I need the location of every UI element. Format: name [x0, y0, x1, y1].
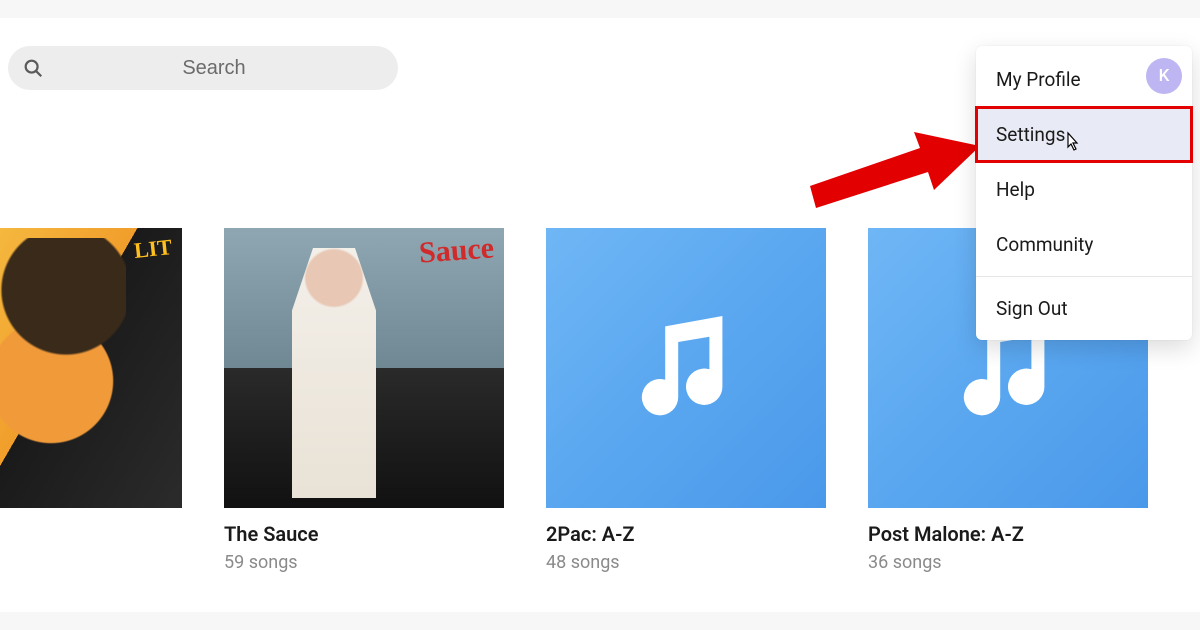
playlist-song-count: 36 songs: [868, 552, 1148, 573]
pointer-cursor-icon: [1062, 131, 1082, 155]
search-input[interactable]: [44, 57, 384, 80]
menu-item-label: Settings: [996, 123, 1065, 146]
album-art[interactable]: [546, 228, 826, 508]
menu-item-community[interactable]: Community: [976, 217, 1192, 272]
menu-item-settings[interactable]: Settings: [976, 107, 1192, 162]
app-content: The Sauce 59 songs 2Pac: A-Z 48 songs Po…: [0, 18, 1200, 612]
menu-item-help[interactable]: Help: [976, 162, 1192, 217]
playlist-card[interactable]: [0, 228, 182, 573]
playlist-song-count: 48 songs: [546, 552, 826, 573]
playlist-title: The Sauce: [224, 522, 504, 546]
album-art[interactable]: [224, 228, 504, 508]
playlist-card[interactable]: 2Pac: A-Z 48 songs: [546, 228, 826, 573]
playlist-card[interactable]: The Sauce 59 songs: [224, 228, 504, 573]
menu-divider: [976, 276, 1192, 277]
playlist-title: 2Pac: A-Z: [546, 522, 826, 546]
search-icon: [22, 57, 44, 79]
music-note-icon: [621, 303, 751, 433]
avatar[interactable]: K: [1146, 58, 1182, 94]
playlist-song-count: 59 songs: [224, 552, 504, 573]
playlist-title: Post Malone: A-Z: [868, 522, 1148, 546]
menu-item-sign-out[interactable]: Sign Out: [976, 281, 1192, 336]
annotation-arrow-icon: [810, 128, 980, 208]
search-bar[interactable]: [8, 46, 398, 90]
album-art[interactable]: [0, 228, 182, 508]
